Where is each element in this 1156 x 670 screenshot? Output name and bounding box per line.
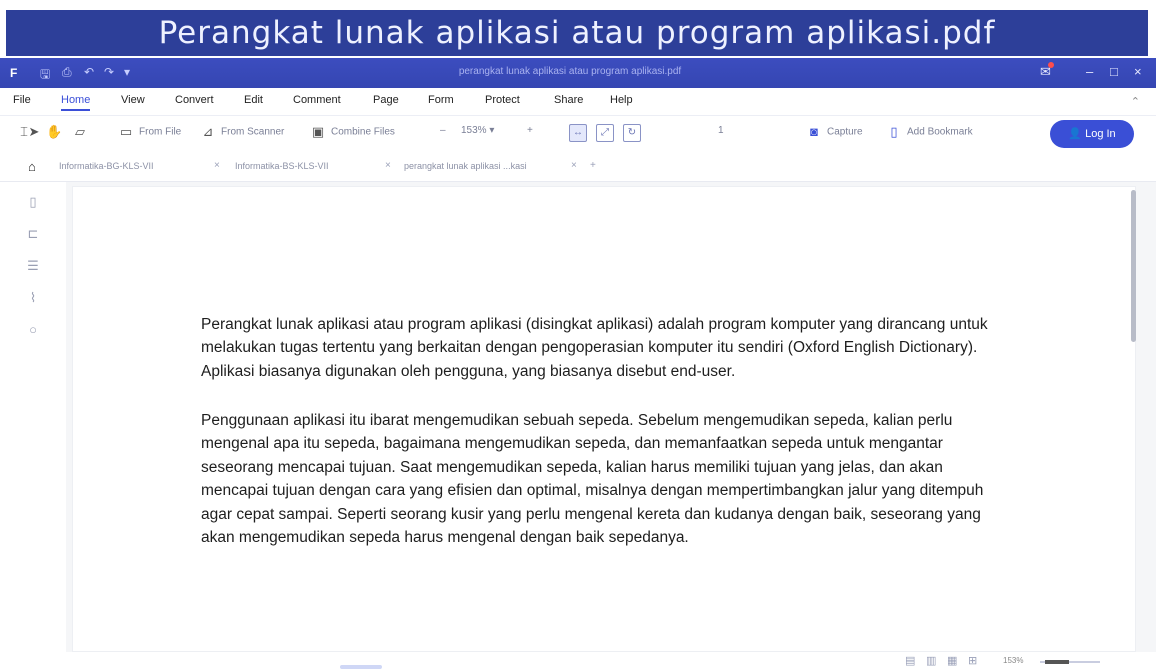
new-tab-button[interactable]: +	[590, 160, 596, 171]
menu-view[interactable]: View	[121, 94, 145, 106]
close-window-button[interactable]: ×	[1134, 64, 1142, 79]
menu-protect[interactable]: Protect	[485, 94, 520, 106]
tab-close-icon[interactable]: ×	[385, 160, 391, 171]
login-label: Log In	[1085, 128, 1116, 140]
grid-view-icon[interactable]: ⊞	[968, 654, 977, 667]
edit-tool-icon[interactable]: ▱	[72, 125, 93, 139]
zoom-level-value: 153%	[461, 125, 487, 136]
undo-icon[interactable]: ↶	[84, 65, 94, 79]
from-file-button[interactable]: ▭ From File	[118, 125, 181, 139]
horizontal-scrollbar[interactable]	[340, 665, 382, 669]
capture-button[interactable]: ◙ Capture	[806, 125, 863, 139]
add-bookmark-button[interactable]: ▯ Add Bookmark	[886, 124, 973, 139]
from-scanner-label: From Scanner	[221, 126, 285, 138]
tab-informatika-bg[interactable]: Informatika-BG-KLS-VII	[59, 161, 154, 171]
quick-access-dropdown-icon[interactable]: ▾	[124, 65, 130, 79]
rotate-page-icon[interactable]: ↻	[623, 124, 641, 142]
menu-form[interactable]: Form	[428, 94, 454, 106]
title-bar: F 🖫 ⎙ ↶ ↷ ▾ perangkat lunak aplikasi ata…	[0, 58, 1156, 88]
login-button[interactable]: 👤 Log In	[1050, 120, 1134, 148]
bookmark-icon: ▯	[890, 124, 898, 139]
chevron-down-icon: ▾	[489, 125, 495, 136]
document-canvas: Perangkat lunak aplikasi atau program ap…	[66, 182, 1156, 652]
menu-help[interactable]: Help	[610, 94, 633, 106]
save-icon[interactable]: 🖫	[40, 65, 50, 86]
document-paragraph-2: Penggunaan aplikasi itu ibarat mengemudi…	[201, 412, 984, 547]
menu-file[interactable]: File	[13, 94, 31, 106]
menu-page[interactable]: Page	[373, 94, 399, 106]
scanner-icon: ⊿	[202, 124, 214, 139]
zoom-in-button[interactable]: +	[527, 125, 533, 136]
menu-comment[interactable]: Comment	[293, 94, 341, 106]
hand-tool-icon[interactable]: ✋	[46, 125, 67, 139]
fit-page-icon[interactable]: ⤢	[596, 124, 614, 142]
add-bookmark-label: Add Bookmark	[907, 126, 973, 138]
document-paragraph-1: Perangkat lunak aplikasi atau program ap…	[201, 316, 988, 380]
from-scanner-button[interactable]: ⊿ From Scanner	[200, 124, 285, 139]
comments-panel-icon[interactable]: ☰	[25, 258, 41, 274]
minimize-button[interactable]: –	[1086, 64, 1093, 79]
continuous-view-icon[interactable]: ▥	[926, 654, 936, 667]
tab-informatika-bs[interactable]: Informatika-BS-KLS-VII	[235, 161, 329, 171]
banner-title: Perangkat lunak aplikasi atau program ap…	[6, 10, 1148, 56]
thumbnails-icon[interactable]: ▯	[25, 194, 41, 210]
zoom-out-button[interactable]: –	[440, 125, 446, 136]
from-file-label: From File	[139, 126, 182, 138]
combine-files-button[interactable]: ▣ Combine Files	[310, 125, 395, 139]
two-page-view-icon[interactable]: ▦	[947, 654, 957, 667]
notification-badge	[1048, 62, 1054, 68]
folder-icon: ▭	[119, 124, 133, 139]
pdf-page: Perangkat lunak aplikasi atau program ap…	[72, 186, 1136, 652]
menu-bar: File Home View Convert Edit Comment Page…	[0, 88, 1156, 116]
bookmark-panel-icon[interactable]: ⊏	[25, 226, 41, 242]
menu-edit[interactable]: Edit	[244, 94, 263, 106]
collapse-ribbon-icon[interactable]: ⌃	[1131, 95, 1140, 108]
window-title: perangkat lunak aplikasi atau program ap…	[458, 66, 682, 77]
single-page-view-icon[interactable]: ▤	[905, 654, 915, 667]
cursor-icon[interactable]: ➤	[26, 125, 47, 139]
zoom-level-select[interactable]: 153% ▾	[461, 125, 494, 136]
left-sidebar: ▯ ⊏ ☰ ⌇ ○	[0, 182, 66, 670]
page-number-input[interactable]: 1	[718, 125, 724, 136]
menu-home[interactable]: Home	[61, 94, 91, 111]
tab-close-icon[interactable]: ×	[571, 160, 577, 171]
tab-perangkat-lunak[interactable]: perangkat lunak aplikasi ...kasi	[404, 161, 527, 171]
home-icon[interactable]: ⌂	[28, 159, 36, 174]
zoom-slider-thumb[interactable]	[1045, 660, 1069, 664]
app-logo-icon: F	[10, 66, 18, 80]
status-zoom-level: 153%	[1003, 656, 1024, 665]
camera-icon: ◙	[810, 124, 818, 139]
combine-files-label: Combine Files	[331, 126, 395, 138]
combine-icon: ▣	[311, 124, 325, 139]
attachments-icon[interactable]: ⌇	[25, 290, 41, 306]
top-banner: Perangkat lunak aplikasi atau program ap…	[0, 0, 1156, 58]
user-icon: 👤	[1068, 128, 1086, 140]
menu-share[interactable]: Share	[554, 94, 583, 106]
print-icon[interactable]: ⎙	[62, 65, 72, 80]
search-panel-icon[interactable]: ○	[25, 322, 41, 338]
maximize-button[interactable]: □	[1110, 64, 1118, 79]
ribbon-toolbar: ⌶ ➤ ✋ ▱ ▭ From File ⊿ From Scanner ▣ Combin…	[0, 116, 1156, 152]
fit-width-icon[interactable]: ↔	[569, 124, 587, 142]
status-bar: ▤ ▥ ▦ ⊞ 153%	[0, 652, 1156, 670]
capture-label: Capture	[827, 126, 863, 138]
vertical-scrollbar[interactable]	[1131, 190, 1136, 342]
document-tab-bar: ⌂ Informatika-BG-KLS-VII × Informatika-B…	[0, 152, 1156, 182]
menu-convert[interactable]: Convert	[175, 94, 214, 106]
redo-icon[interactable]: ↷	[104, 65, 114, 79]
tab-close-icon[interactable]: ×	[214, 160, 220, 171]
